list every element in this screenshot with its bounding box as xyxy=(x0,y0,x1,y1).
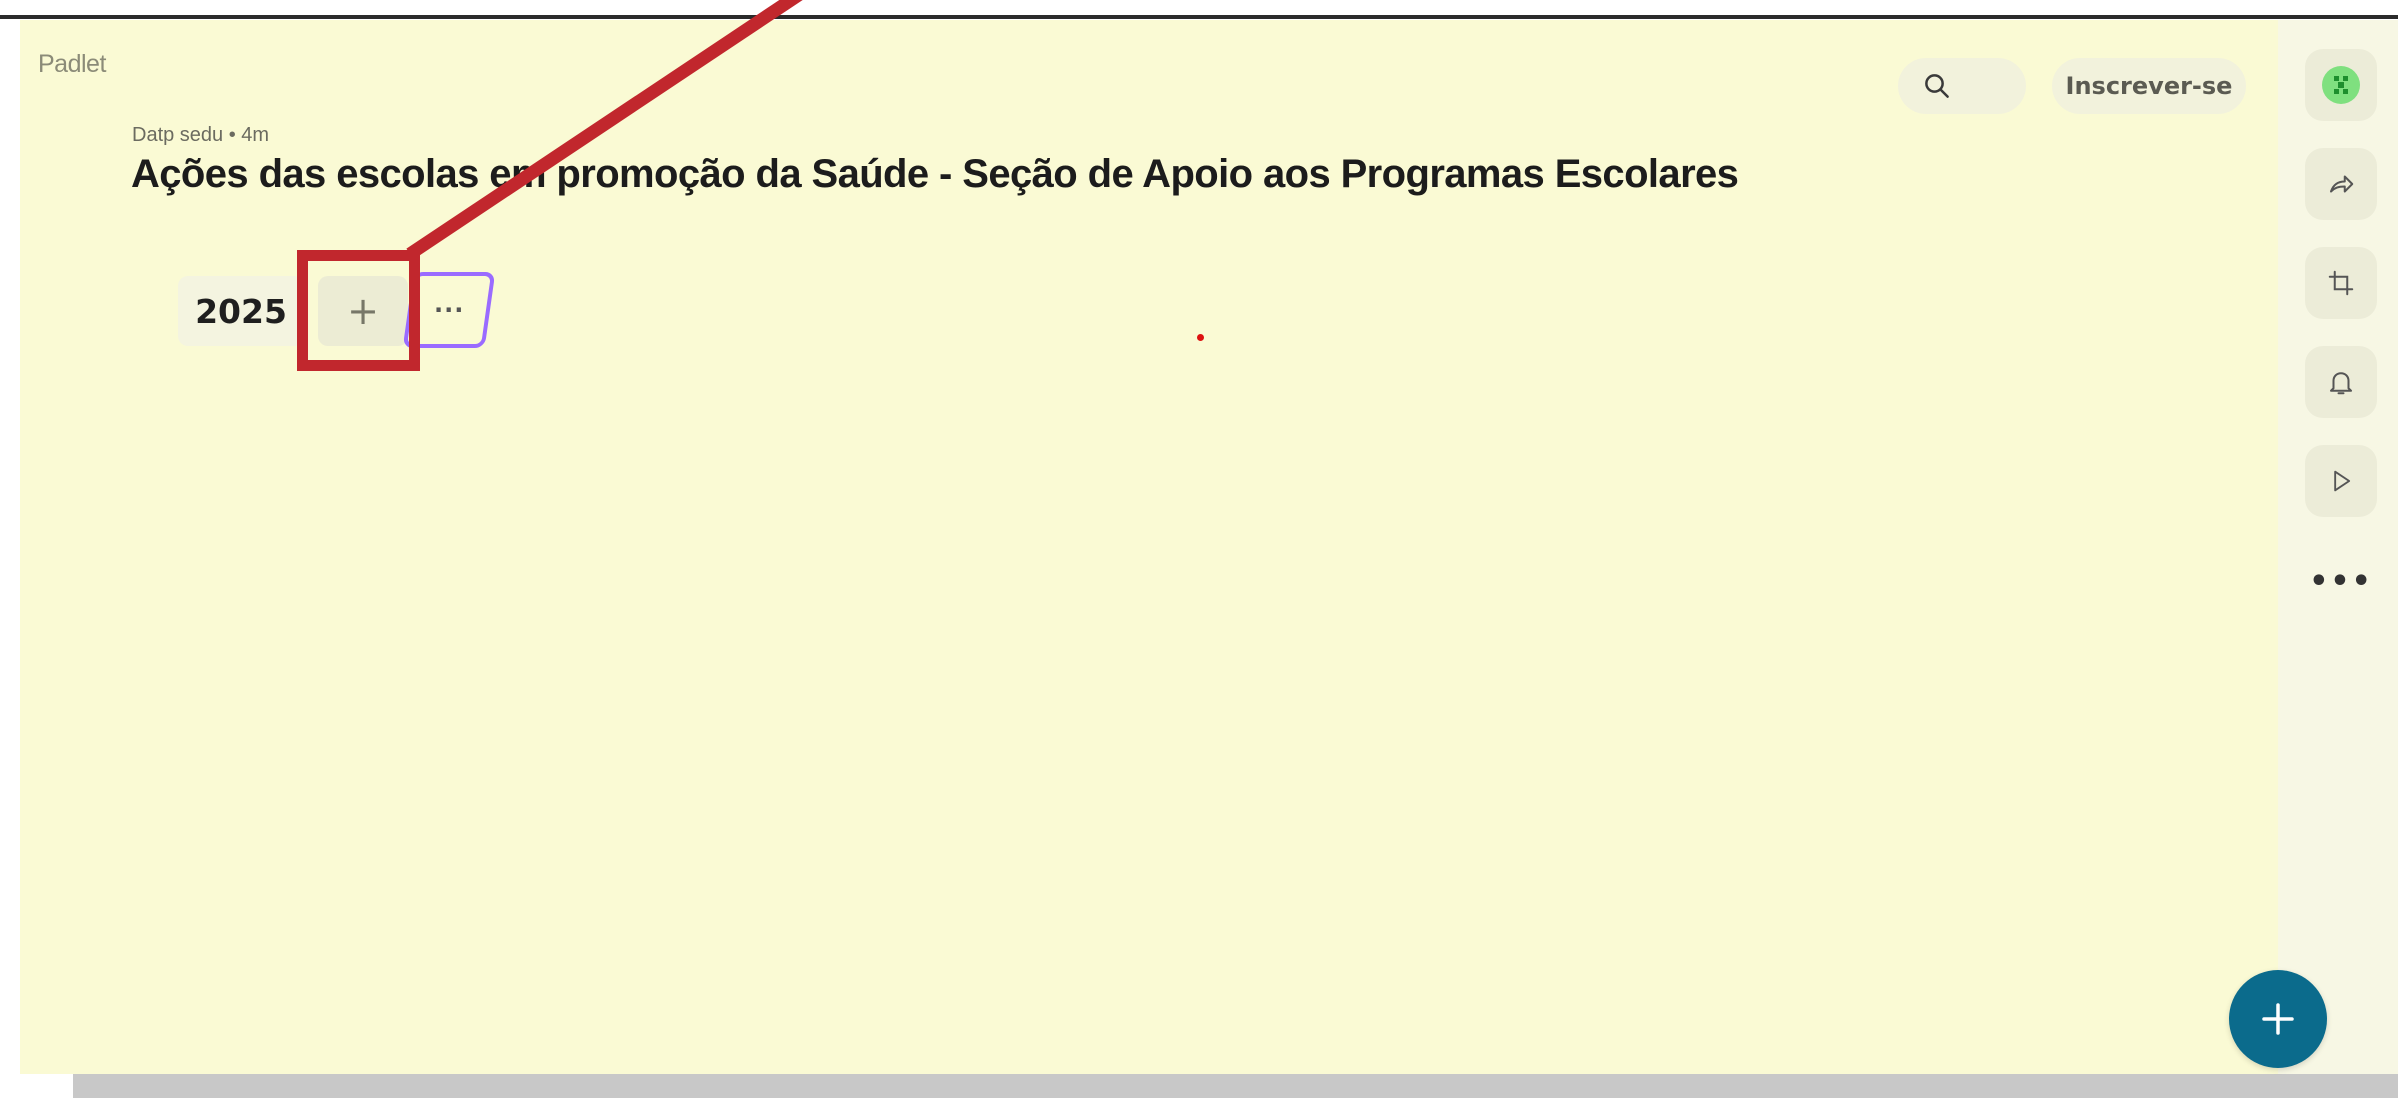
section-more-button[interactable]: ··· xyxy=(402,272,496,348)
cursor-dot xyxy=(1197,334,1204,341)
share-icon xyxy=(2330,175,2354,193)
top-divider xyxy=(0,15,2398,19)
sidebar-share-button[interactable] xyxy=(2305,148,2377,220)
avatar-icon xyxy=(2322,66,2360,104)
bell-icon xyxy=(2330,372,2352,395)
plus-icon xyxy=(2262,1003,2294,1035)
sidebar-avatar-button[interactable] xyxy=(2305,49,2377,121)
search-icon xyxy=(1925,74,1949,98)
ellipsis-icon: ··· xyxy=(433,296,465,324)
padlet-logo[interactable]: Padlet xyxy=(38,50,106,79)
add-post-button[interactable] xyxy=(2229,970,2327,1068)
bottom-left-gap xyxy=(20,1074,73,1098)
section-tab-2025[interactable]: 2025 xyxy=(178,276,304,346)
board-title[interactable]: Ações das escolas em promoção da Saúde -… xyxy=(131,152,1739,197)
play-icon xyxy=(2334,470,2351,492)
search-button[interactable] xyxy=(1898,58,2026,114)
horizontal-scrollbar[interactable] xyxy=(73,1074,2398,1098)
sidebar-remake-button[interactable] xyxy=(2305,247,2377,319)
sidebar-notifications-button[interactable] xyxy=(2305,346,2377,418)
sidebar-slideshow-button[interactable] xyxy=(2305,445,2377,517)
sidebar-more-button[interactable]: ••• xyxy=(2305,545,2377,617)
subscribe-button[interactable]: Inscrever-se xyxy=(2052,58,2246,114)
board-meta: Datp sedu • 4m xyxy=(132,124,270,146)
add-section-button[interactable]: + xyxy=(318,276,408,346)
remake-icon xyxy=(2328,270,2354,296)
